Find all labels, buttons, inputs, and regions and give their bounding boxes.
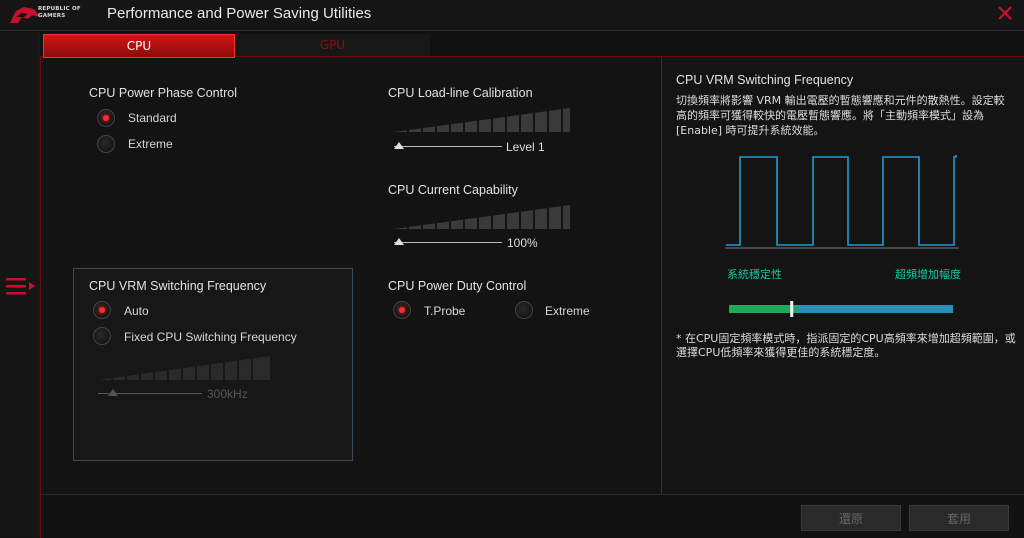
phase-extreme-radio[interactable] [97,135,115,153]
current-capability-value: 100% [507,236,538,250]
vrm-fixed-radio[interactable] [93,327,111,345]
tab-gpu[interactable]: GPU [235,34,430,56]
vrm-fixed-label: Fixed CPU Switching Frequency [124,330,297,344]
info-panel-title: CPU VRM Switching Frequency [676,73,854,87]
current-capability-slider-thumb[interactable] [394,238,404,245]
current-capability-slider-track[interactable] [394,242,502,243]
vrm-slider-thumb[interactable] [108,389,119,396]
frequency-scale-marker [790,301,794,317]
current-capability-level-bars [394,205,570,229]
tab-cpu[interactable]: CPU [43,34,235,58]
loadline-slider-track[interactable] [394,146,502,147]
loadline-slider-thumb[interactable] [394,142,404,149]
logo-text: REPUBLIC OF GAMERS [38,6,81,19]
overclock-label: 超頻增加幅度 [895,268,961,281]
loadline-level-bars [394,108,570,132]
duty-tprobe-radio[interactable] [393,301,411,319]
title-bar: REPUBLIC OF GAMERS Performance and Power… [0,0,1024,31]
window-title: Performance and Power Saving Utilities [107,5,372,22]
hamburger-menu-icon[interactable] [6,276,38,296]
info-panel-note: * 在CPU固定頻率模式時，指派固定的CPU高頻率來增加超頻範圍，或選擇CPU低… [676,332,1016,359]
vrm-switching-title: CPU VRM Switching Frequency [89,279,267,293]
phase-extreme-label: Extreme [128,137,173,151]
close-icon [998,6,1012,20]
phase-standard-radio[interactable] [97,109,115,127]
duty-tprobe-label: T.Probe [424,304,466,318]
duty-control-title: CPU Power Duty Control [388,279,527,293]
frequency-scale-bar [729,301,953,317]
undo-button[interactable]: 還原 [801,505,901,531]
apply-button[interactable]: 套用 [909,505,1009,531]
duty-extreme-label: Extreme [545,304,590,318]
phase-control-title: CPU Power Phase Control [89,86,237,100]
current-capability-title: CPU Current Capability [388,183,518,197]
vrm-auto-radio[interactable] [93,301,111,319]
phase-standard-label: Standard [128,111,177,125]
close-button[interactable] [996,5,1014,23]
frequency-waveform [725,155,959,249]
stability-label: 系統穩定性 [727,268,782,281]
loadline-title: CPU Load-line Calibration [388,86,533,100]
vrm-value: 300kHz [207,387,248,401]
vrm-auto-label: Auto [124,304,149,318]
vrm-level-bars [98,356,270,380]
tab-bar: CPU GPU [43,34,443,58]
loadline-value: Level 1 [506,140,545,154]
duty-extreme-radio[interactable] [515,301,533,319]
info-panel-description: 切換頻率將影響 VRM 輸出電壓的暫態響應和元件的散熱性。設定較高的頻率可獲得較… [676,94,1005,137]
